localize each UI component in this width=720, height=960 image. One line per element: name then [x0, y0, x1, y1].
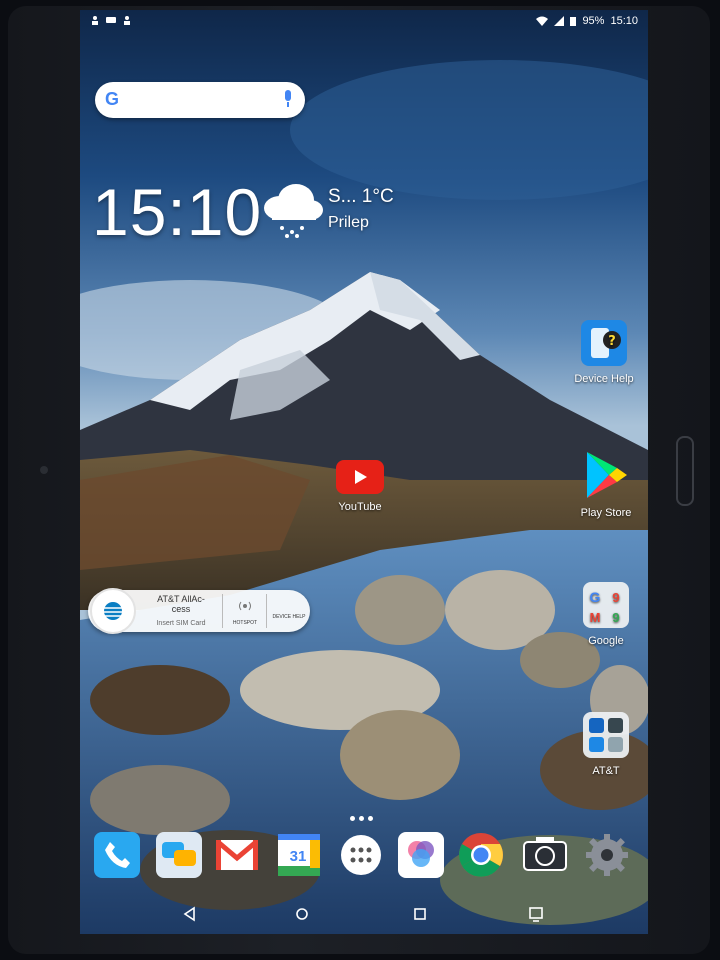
chrome-icon[interactable]	[458, 832, 504, 878]
messaging-icon[interactable]	[156, 832, 202, 878]
page-indicator[interactable]	[350, 816, 373, 821]
calendar-icon[interactable]: 31	[276, 832, 322, 878]
app-play-store[interactable]: Play Store	[566, 450, 646, 519]
svg-text:?: ?	[608, 334, 616, 349]
hotspot-icon	[239, 601, 251, 611]
front-camera	[40, 466, 48, 474]
youtube-notification-icon	[106, 17, 116, 23]
phone-icon[interactable]	[94, 832, 140, 878]
app-label: Google	[588, 635, 624, 647]
app-device-help[interactable]: ? Device Help	[564, 320, 644, 385]
page-dot	[350, 816, 355, 821]
svg-text:9: 9	[612, 590, 619, 605]
app-label: Device Help	[574, 373, 634, 385]
att-widget-title: AT&T AllAc- cess	[157, 594, 205, 614]
wifi-icon	[536, 16, 549, 26]
settings-gear-icon[interactable]	[584, 832, 630, 878]
notification-person-icon-2	[124, 16, 130, 25]
app-google-folder[interactable]: G 9 M 9 Google	[566, 582, 646, 647]
recents-icon[interactable]	[410, 904, 430, 924]
hotspot-label: HOTSPOT	[232, 620, 258, 626]
youtube-icon	[336, 460, 384, 494]
notification-person-icon	[92, 16, 98, 25]
att-folder-icon	[583, 712, 629, 758]
app-drawer-icon[interactable]	[338, 832, 384, 878]
clock-widget-time[interactable]: 15:10	[92, 174, 262, 250]
status-time: 15:10	[610, 15, 638, 27]
app-att-folder[interactable]: AT&T	[566, 712, 646, 777]
snow-cloud-icon	[264, 184, 323, 238]
weather-location: Prilep	[328, 214, 369, 231]
weather-temperature[interactable]: S... 1°C	[328, 186, 394, 208]
temperature-value: 1°C	[361, 186, 394, 207]
hotspot-button[interactable]: HOTSPOT	[222, 594, 267, 628]
gmail-icon[interactable]	[214, 832, 260, 878]
device-help-label: DEVICE HELP	[272, 614, 306, 620]
att-allaccess-widget[interactable]: AT&T AllAc- cess Insert SIM Card HOTSPOT…	[88, 588, 311, 634]
svg-text:9: 9	[612, 610, 619, 625]
svg-text:G: G	[590, 589, 601, 605]
navigation-bar	[80, 900, 648, 928]
dock: 31	[80, 832, 648, 886]
camera-icon[interactable]	[522, 832, 568, 878]
battery-percent: 95%	[582, 15, 605, 27]
home-icon[interactable]	[292, 904, 312, 924]
app-label: AT&T	[592, 765, 620, 777]
page-dot	[359, 816, 364, 821]
mic-icon[interactable]	[283, 90, 293, 108]
app-label: YouTube	[338, 501, 382, 513]
battery-icon	[570, 17, 577, 26]
google-folder-icon: G 9 M 9	[583, 582, 629, 628]
app-youtube[interactable]: YouTube	[320, 460, 400, 513]
play-store-icon	[587, 452, 627, 498]
calendar-day: 31	[290, 848, 307, 865]
screenshot-icon[interactable]	[526, 904, 546, 924]
status-bar: 95% 15:10	[80, 10, 648, 34]
app-label: Play Store	[580, 507, 632, 519]
svg-text:M: M	[590, 610, 601, 625]
att-widget-subtitle: Insert SIM Card	[156, 620, 206, 627]
device-help-button[interactable]: DEVICE HELP	[266, 594, 311, 628]
page-dot	[368, 816, 373, 821]
back-icon[interactable]	[180, 904, 200, 924]
photos-icon[interactable]	[398, 832, 444, 878]
google-search-bar[interactable]: G	[95, 82, 305, 118]
signal-icon	[554, 16, 565, 26]
att-globe-icon	[90, 588, 136, 634]
home-screen: 95% 15:10 G 15:10 S... 1°C Prilep ? Devi…	[80, 10, 648, 934]
device-help-icon: ?	[581, 320, 627, 366]
google-logo-icon: G	[105, 89, 120, 109]
weather-summary: S...	[328, 186, 357, 207]
fingerprint-home-key[interactable]	[676, 436, 694, 506]
